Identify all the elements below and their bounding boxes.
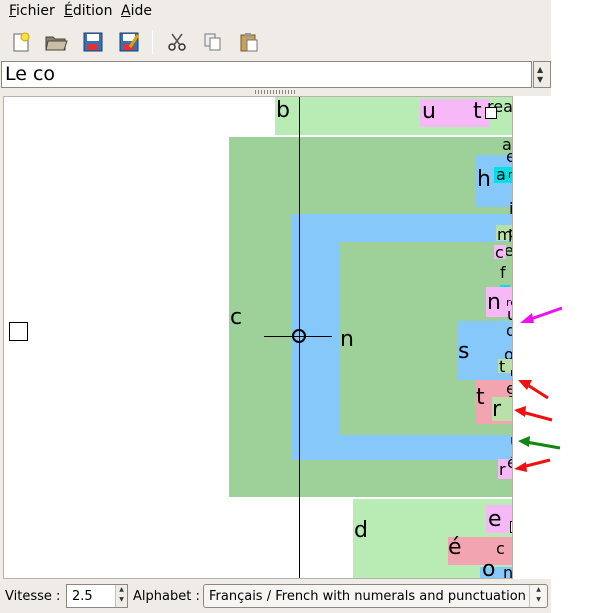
menu-edit[interactable]: Édition (64, 3, 112, 19)
node-f-label: f (500, 263, 506, 282)
spin-down-icon[interactable]: ▼ (119, 596, 124, 603)
direction-arrows (514, 306, 563, 472)
cut-icon[interactable] (163, 28, 191, 56)
alphabet-value: Français / French with numerals and punc… (209, 589, 526, 604)
scroll-down-icon[interactable]: ▼ (537, 76, 543, 84)
node-e-acute-label: é (448, 535, 462, 560)
node-c3-label: c (496, 539, 505, 558)
unknown-glyph-box (485, 107, 497, 119)
node-e-label: e (506, 149, 512, 165)
save-icon[interactable] (79, 28, 107, 56)
text-scrollbar[interactable]: ▲ ▼ (533, 61, 551, 88)
cursor-circle (292, 329, 306, 343)
menu-help[interactable]: Aide (121, 3, 152, 19)
spin-arrows[interactable]: ▲ ▼ (115, 585, 127, 607)
node-t-top-label: t (473, 99, 482, 124)
node-n-label: n (340, 327, 354, 352)
alphabet-label: Alphabet : (133, 589, 200, 604)
node-c2-label: c (495, 243, 504, 262)
new-file-icon[interactable] (7, 28, 35, 56)
pane-resize-grip[interactable] (255, 90, 295, 94)
menu-file[interactable]: Fichier (9, 3, 55, 19)
node-e-right-label: e (488, 507, 502, 532)
toolbar-separator (152, 30, 153, 54)
node-u-label: u (422, 99, 436, 124)
node-c-label: c (230, 305, 243, 330)
save-as-icon[interactable] (115, 28, 143, 56)
node-b-label: b (276, 98, 290, 123)
paste-icon[interactable] (235, 28, 263, 56)
node-o-bottom-label: o (482, 557, 496, 579)
dasher-canvas[interactable]: b u t rea c n h a e a ne i m p me e c f … (3, 96, 513, 579)
dropdown-arrow-icon[interactable]: ▲ ▼ (529, 585, 547, 607)
spin-up-icon[interactable]: ▲ (119, 586, 124, 593)
root-glyph-box (9, 322, 28, 341)
node-h-label: h (477, 167, 491, 192)
speed-label: Vitesse : (5, 589, 61, 604)
node-t-mid-label: t (476, 385, 485, 410)
node-d-label: d (354, 518, 368, 543)
copy-icon[interactable] (199, 28, 227, 56)
node-n2-label: n (487, 290, 501, 315)
node-a2-label: a (496, 165, 506, 184)
scroll-up-icon[interactable]: ▲ (537, 66, 543, 74)
menu-bar: Fichier Édition Aide (0, 0, 551, 22)
text-output-field[interactable]: Le co (1, 61, 532, 88)
node-s-label: s (458, 339, 470, 364)
speed-value: 2.5 (72, 589, 93, 604)
open-folder-icon[interactable] (42, 28, 70, 56)
toolbar (0, 24, 551, 60)
node-n-bottom-label: n (503, 563, 513, 579)
speed-spinbox[interactable]: 2.5 ▲ ▼ (66, 584, 128, 608)
alphabet-dropdown[interactable]: Français / French with numerals and punc… (203, 584, 548, 608)
